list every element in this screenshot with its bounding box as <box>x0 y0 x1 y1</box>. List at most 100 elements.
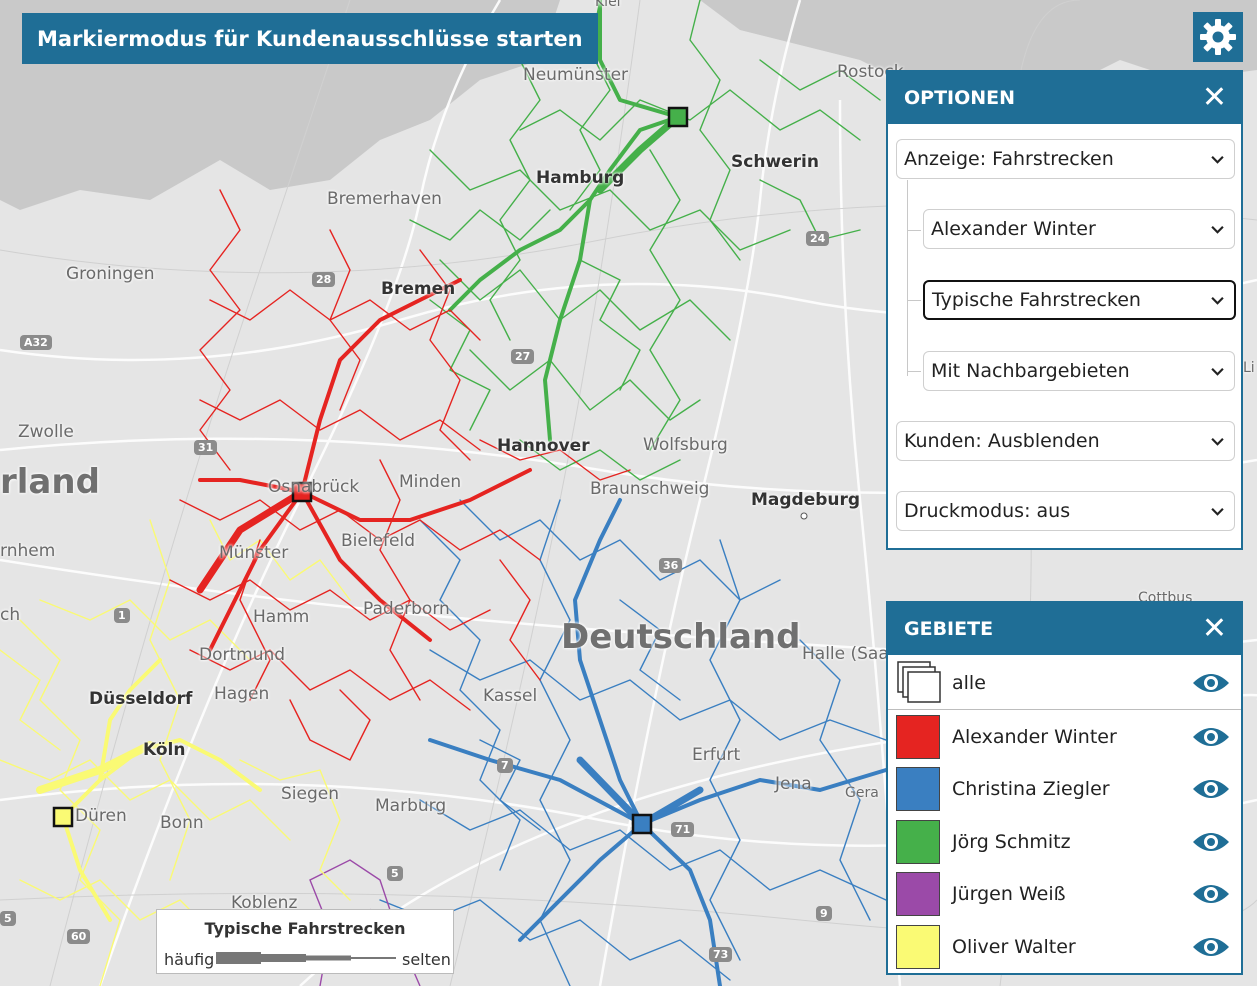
chevron-down-icon <box>1211 155 1224 164</box>
area-color-swatch <box>896 767 940 811</box>
areas-panel: GEBIETE ✕ alle Alexander Winter Christin… <box>886 601 1243 975</box>
map-label-city: Minden <box>399 472 462 492</box>
area-color-swatch <box>896 925 940 969</box>
eye-icon[interactable] <box>1191 670 1231 696</box>
options-panel: OPTIONEN ✕ Anzeige: Fahrstrecken Alexand… <box>886 70 1243 550</box>
map-label-city: Braunschweig <box>590 479 710 499</box>
highway-shield: 27 <box>511 349 535 364</box>
map-label-city: Zwolle <box>18 422 74 442</box>
map-label-partial: rnhem <box>0 541 56 561</box>
mark-mode-button[interactable]: Markiermodus für Kundenausschlüsse start… <box>22 13 598 64</box>
chevron-down-icon <box>1211 367 1224 376</box>
chevron-down-icon <box>1211 225 1224 234</box>
route-legend: Typische Fahrstrecken häufig selten <box>156 909 454 974</box>
highway-shield: 71 <box>671 822 695 837</box>
area-row[interactable]: Jörg Schmitz <box>888 816 1241 868</box>
route-type-select-value: Typische Fahrstrecken <box>932 289 1141 311</box>
area-color-swatch <box>896 715 940 759</box>
options-header: OPTIONEN ✕ <box>888 72 1241 124</box>
customers-select-value: Kunden: Ausblenden <box>904 430 1100 452</box>
map-label-partial: rland <box>0 462 100 502</box>
layers-icon <box>897 661 941 703</box>
map-label-partial: ch <box>0 605 21 625</box>
close-icon[interactable]: ✕ <box>1202 83 1227 113</box>
map-label-city: Siegen <box>281 784 339 804</box>
eye-icon[interactable] <box>1191 829 1231 855</box>
customers-select[interactable]: Kunden: Ausblenden <box>896 421 1235 461</box>
highway-shield: 73 <box>709 947 733 962</box>
area-row[interactable]: Christina Ziegler <box>888 763 1241 815</box>
highway-shield: 36 <box>659 558 683 573</box>
highway-shield: 7 <box>497 758 513 773</box>
eye-icon[interactable] <box>1191 724 1231 750</box>
area-name: Christina Ziegler <box>952 778 1110 800</box>
areas-header: GEBIETE ✕ <box>888 603 1241 655</box>
map-label-city: Schwerin <box>731 152 819 172</box>
map-label-city: Bremerhaven <box>327 189 442 209</box>
highway-shield: 60 <box>67 929 91 944</box>
map-label-city: Hannover <box>497 436 590 456</box>
map-label-city: Neumünster <box>523 65 629 85</box>
eye-icon[interactable] <box>1191 776 1231 802</box>
map-label-city: Hagen <box>214 684 270 704</box>
close-icon[interactable]: ✕ <box>1202 614 1227 644</box>
chevron-down-icon <box>1211 296 1224 305</box>
map-label-city: Erfurt <box>692 745 741 765</box>
neighbors-select-value: Mit Nachbargebieten <box>931 360 1130 382</box>
neighbors-select[interactable]: Mit Nachbargebieten <box>923 351 1235 391</box>
print-mode-select[interactable]: Druckmodus: aus <box>896 491 1235 531</box>
map-label-city: Wolfsburg <box>643 435 728 455</box>
highway-shield: 5 <box>387 866 403 881</box>
map-label-city: Magdeburg <box>751 490 861 510</box>
map-label-city: Münster <box>219 543 289 563</box>
highway-shield: 31 <box>194 440 218 455</box>
area-row[interactable]: Alexander Winter <box>888 711 1241 763</box>
display-select-value: Anzeige: Fahrstrecken <box>904 148 1114 170</box>
map-label-city: Bonn <box>160 813 204 833</box>
map-label-city: Köln <box>143 740 186 760</box>
map-label-city: Gera <box>845 785 879 801</box>
map-label-city: Düren <box>75 806 127 826</box>
map-label-city: Kassel <box>483 686 538 706</box>
settings-button[interactable] <box>1193 12 1243 62</box>
person-select-value: Alexander Winter <box>931 218 1096 240</box>
map-label-city: Groningen <box>66 264 155 284</box>
highway-shield: 28 <box>312 272 336 287</box>
options-title: OPTIONEN <box>904 87 1016 109</box>
highway-shield: A32 <box>20 335 52 350</box>
area-row-all[interactable]: alle <box>888 657 1241 709</box>
eye-icon[interactable] <box>1191 934 1231 960</box>
area-row[interactable]: Jürgen Weiß <box>888 868 1241 920</box>
map-label-city: Paderborn <box>363 599 450 619</box>
map-label-city: Düsseldorf <box>89 689 193 709</box>
area-name: Oliver Walter <box>952 936 1076 958</box>
gear-icon <box>1200 19 1236 55</box>
legend-right-label: selten <box>402 950 451 969</box>
map-label-city: Dortmund <box>199 645 286 665</box>
map-label-partial: Li <box>1243 360 1255 376</box>
map-label-city: Bremen <box>381 279 456 299</box>
map-label-city: Bielefeld <box>341 531 415 551</box>
chevron-down-icon <box>1211 437 1224 446</box>
area-name: alle <box>952 672 986 694</box>
highway-shield: 24 <box>806 231 830 246</box>
area-color-swatch <box>896 872 940 916</box>
map-label-city: Osnabrück <box>268 477 360 497</box>
legend-title: Typische Fahrstrecken <box>204 919 406 938</box>
eye-icon[interactable] <box>1191 881 1231 907</box>
area-name: Jürgen Weiß <box>952 883 1066 905</box>
map-label-city: Hamm <box>253 607 310 627</box>
person-select[interactable]: Alexander Winter <box>923 209 1235 249</box>
area-row[interactable]: Oliver Walter <box>888 921 1241 973</box>
route-type-select[interactable]: Typische Fahrstrecken <box>923 280 1236 320</box>
chevron-down-icon <box>1211 507 1224 516</box>
map-label-country: Deutschland <box>561 617 801 657</box>
legend-left-label: häufig <box>164 950 215 969</box>
map-label-city: Marburg <box>375 796 447 816</box>
legend-line-scale <box>216 952 396 964</box>
map-label-partial: Kiel <box>595 0 621 10</box>
display-select[interactable]: Anzeige: Fahrstrecken <box>896 139 1235 179</box>
area-name: Alexander Winter <box>952 726 1117 748</box>
highway-shield: 1 <box>114 608 130 623</box>
map-label-city: Jena <box>775 774 812 794</box>
